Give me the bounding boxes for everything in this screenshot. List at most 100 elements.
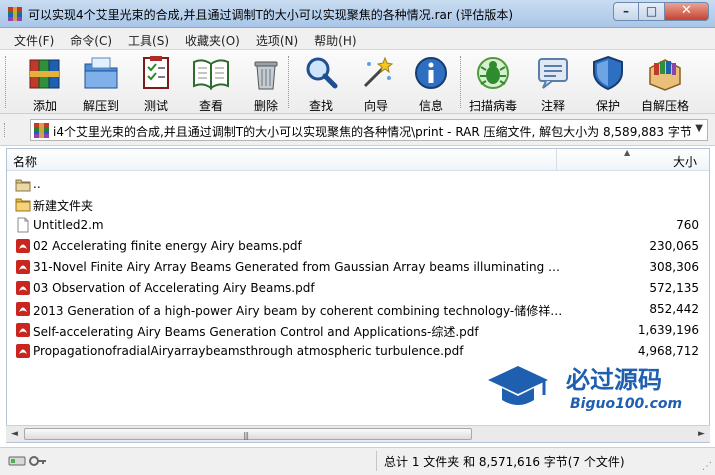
scroll-thumb[interactable]: ||| xyxy=(24,428,472,440)
horizontal-scrollbar[interactable]: ◄ ||| ► xyxy=(6,425,710,442)
folder-up-icon xyxy=(15,179,31,192)
toolbar-grip[interactable] xyxy=(5,56,8,108)
status-summary: 总计 1 文件夹 和 8,571,616 字节(7 个文件) xyxy=(384,455,625,469)
watermark-cn-text: 必过源码 xyxy=(566,366,662,394)
add-button[interactable]: 添加 xyxy=(20,54,70,113)
comment-label: 注释 xyxy=(540,99,565,113)
scan-virus-button[interactable]: 扫描病毒 xyxy=(468,54,518,113)
column-size-header[interactable]: 大小 xyxy=(673,153,697,170)
list-item-parent-folder[interactable]: .. xyxy=(11,174,701,195)
file-name: 2013 Generation of a high-power Airy bea… xyxy=(33,304,563,318)
wizard-wand-icon xyxy=(363,56,394,88)
rar-archive-icon xyxy=(34,123,49,138)
menu-help[interactable]: 帮助(H) xyxy=(306,28,364,49)
list-item-pdf[interactable]: Self-accelerating Airy Beams Generation … xyxy=(11,320,701,341)
menu-command[interactable]: 命令(C) xyxy=(62,28,120,49)
column-header: 名称 ▲ 大小 xyxy=(7,149,709,171)
file-name: 02 Accelerating finite energy Airy beams… xyxy=(33,239,302,253)
menu-tools[interactable]: 工具(S) xyxy=(120,28,177,49)
extract-folder-icon xyxy=(84,57,118,89)
comment-button[interactable]: 注释 xyxy=(528,54,578,113)
list-item-folder[interactable]: 新建文件夹 xyxy=(11,194,701,215)
delete-label: 删除 xyxy=(253,99,278,113)
menu-favorites[interactable]: 收藏夹(O) xyxy=(177,28,248,49)
find-label: 查找 xyxy=(308,99,333,113)
view-button[interactable]: 查看 xyxy=(186,54,236,113)
pdf-file-icon xyxy=(16,302,30,316)
pdf-file-icon xyxy=(16,281,30,295)
folder-icon xyxy=(15,198,31,212)
info-label: 信息 xyxy=(418,99,443,113)
protect-label: 保护 xyxy=(595,99,620,113)
extract-to-button[interactable]: 解压到 xyxy=(76,54,126,113)
view-book-icon xyxy=(193,59,229,90)
file-name: .. xyxy=(33,177,41,191)
address-bar: i4个艾里光束的合成,并且通过调制T的大小可以实现聚焦的各种情况\print -… xyxy=(0,114,715,146)
delete-button[interactable]: 删除 xyxy=(241,54,291,113)
column-name-header[interactable]: 名称 xyxy=(13,153,37,170)
chevron-down-icon[interactable]: ▼ xyxy=(695,123,703,134)
list-item-pdf[interactable]: PropagationofradialAiryarraybeamsthrough… xyxy=(11,341,701,362)
sfx-button[interactable]: 自解压格 xyxy=(640,54,690,113)
pdf-file-icon xyxy=(16,323,30,337)
file-size: 1,639,196 xyxy=(637,323,699,337)
status-bar: 总计 1 文件夹 和 8,571,616 字节(7 个文件) ⋰ xyxy=(0,447,715,475)
maximize-button[interactable]: □ xyxy=(639,2,665,21)
file-name: 新建文件夹 xyxy=(33,199,94,213)
sfx-label: 自解压格 xyxy=(640,99,689,113)
file-size: 308,306 xyxy=(649,260,699,274)
virus-bug-icon xyxy=(477,57,509,89)
sort-ascending-icon: ▲ xyxy=(624,148,631,157)
toolbar: 添加 解压到 测试 查看 删除 查找 向导 信息 扫描病毒 注释 保护 自解压格 xyxy=(0,50,715,114)
magnifier-icon xyxy=(306,57,338,89)
info-button[interactable]: 信息 xyxy=(406,54,456,113)
add-books-icon xyxy=(29,59,60,89)
pdf-file-icon xyxy=(16,344,30,358)
file-size: 572,135 xyxy=(649,281,699,295)
list-item-pdf[interactable]: 2013 Generation of a high-power Airy bea… xyxy=(11,299,701,320)
pdf-file-icon xyxy=(16,239,30,253)
file-name: 03 Observation of Accelerating Airy Beam… xyxy=(33,281,315,295)
drive-key-icon xyxy=(8,456,46,466)
test-label: 测试 xyxy=(143,99,168,113)
info-icon xyxy=(415,57,447,89)
text-file-icon xyxy=(17,217,29,233)
resize-grip-icon[interactable]: ⋰ xyxy=(702,461,712,472)
window-controls: – □ ✕ xyxy=(613,2,709,22)
list-item-pdf[interactable]: 02 Accelerating finite energy Airy beams… xyxy=(11,236,701,257)
test-button[interactable]: 测试 xyxy=(131,54,181,113)
minimize-button[interactable]: – xyxy=(613,2,639,21)
shield-icon xyxy=(593,55,623,91)
list-item-pdf[interactable]: 31-Novel Finite Airy Array Beams Generat… xyxy=(11,257,701,278)
file-size: 230,065 xyxy=(649,239,699,253)
scan-virus-label: 扫描病毒 xyxy=(468,99,517,113)
file-name: PropagationofradialAiryarraybeamsthrough… xyxy=(33,344,464,358)
list-item-pdf[interactable]: 03 Observation of Accelerating Airy Beam… xyxy=(11,278,701,299)
path-combobox[interactable]: i4个艾里光束的合成,并且通过调制T的大小可以实现聚焦的各种情况\print -… xyxy=(30,119,708,141)
wizard-button[interactable]: 向导 xyxy=(351,54,401,113)
extract-to-label: 解压到 xyxy=(82,99,119,113)
column-divider[interactable] xyxy=(556,149,557,171)
comment-icon xyxy=(538,58,568,89)
winrar-app-icon xyxy=(8,7,22,21)
file-size: 852,442 xyxy=(649,302,699,316)
address-grip[interactable] xyxy=(4,123,14,137)
close-icon: ✕ xyxy=(681,3,692,18)
maximize-icon: □ xyxy=(645,4,658,18)
file-size: 4,968,712 xyxy=(637,344,699,358)
scroll-left-icon[interactable]: ◄ xyxy=(6,426,23,443)
close-button[interactable]: ✕ xyxy=(665,2,709,21)
protect-button[interactable]: 保护 xyxy=(583,54,633,113)
menu-options[interactable]: 选项(N) xyxy=(248,28,306,49)
menu-file[interactable]: 文件(F) xyxy=(6,28,62,49)
watermark-url-text: Biguo100.com xyxy=(570,396,682,412)
scroll-right-icon[interactable]: ► xyxy=(693,426,710,443)
test-checklist-icon xyxy=(143,56,169,89)
file-size: 760 xyxy=(676,218,699,232)
find-button[interactable]: 查找 xyxy=(296,54,346,113)
file-name: 31-Novel Finite Airy Array Beams Generat… xyxy=(33,260,563,274)
wizard-label: 向导 xyxy=(363,99,388,113)
list-item-file[interactable]: Untitled2.m 760 xyxy=(11,215,701,236)
add-label: 添加 xyxy=(32,99,57,113)
scroll-grip-icon: ||| xyxy=(243,431,249,440)
